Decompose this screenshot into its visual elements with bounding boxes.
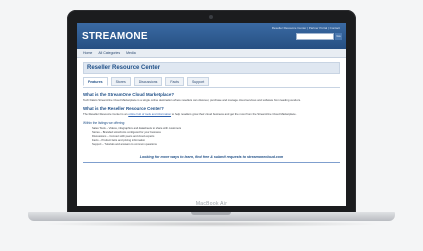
tab-facts[interactable]: Facts <box>165 77 184 86</box>
section-text-part: The Reseller Resource Center is an <box>83 112 129 116</box>
laptop-shadow <box>40 221 383 227</box>
header-search-input[interactable] <box>296 33 334 40</box>
page-title: Reseller Resource Center <box>83 62 340 74</box>
laptop-lid: STREAMONE Reseller Resource Center | Par… <box>67 10 356 213</box>
tab-bar: Features Stores Discussions Facts Suppor… <box>83 77 340 88</box>
section-text-resource-center: The Reseller Resource Center is an onlin… <box>83 112 340 116</box>
list-heading: Within the listings we offering: <box>83 121 126 125</box>
resource-center-link[interactable]: online hub of tools and information <box>128 112 171 116</box>
list-item: Support – Tutorials and answers to commo… <box>92 143 157 146</box>
laptop-screen: STREAMONE Reseller Resource Center | Par… <box>77 23 346 206</box>
section-heading-resource-center: What is the Reseller Resource Center? <box>83 106 164 111</box>
nav-item-all-categories[interactable]: All Categories <box>98 51 120 55</box>
header-links[interactable]: Reseller Resource Center | Partner Porta… <box>272 26 340 30</box>
laptop-base <box>28 212 395 221</box>
tab-support[interactable]: Support <box>186 77 210 86</box>
site-logo[interactable]: STREAMONE <box>82 31 148 42</box>
section-text-marketplace: Tech Data's StreamOne Cloud Marketplace … <box>83 98 301 102</box>
tab-discussions[interactable]: Discussions <box>133 77 163 86</box>
nav-item-home[interactable]: Home <box>83 51 92 55</box>
section-heading-marketplace: What is the StreamOne Cloud Marketplace? <box>83 92 175 97</box>
nav-item-media[interactable]: Media <box>126 51 136 55</box>
base-notch <box>191 212 231 215</box>
cta-text[interactable]: Looking for more ways to learn, find fre… <box>83 155 340 159</box>
tab-stores[interactable]: Stores <box>110 77 131 86</box>
footer-divider <box>83 162 340 163</box>
site-header: STREAMONE Reseller Resource Center | Par… <box>77 23 346 49</box>
model-label: MacBook Air <box>195 201 228 207</box>
section-text-part: to help resellers grow their cloud busin… <box>171 112 297 116</box>
main-content: Reseller Resource Center Features Stores… <box>77 58 346 163</box>
top-nav: Home All Categories Media <box>77 49 346 58</box>
tab-features[interactable]: Features <box>83 77 108 86</box>
feature-list: Sales Tools – Videos, infographics and d… <box>83 127 340 147</box>
search-button[interactable]: Go <box>335 33 342 40</box>
camera-icon <box>209 15 213 19</box>
